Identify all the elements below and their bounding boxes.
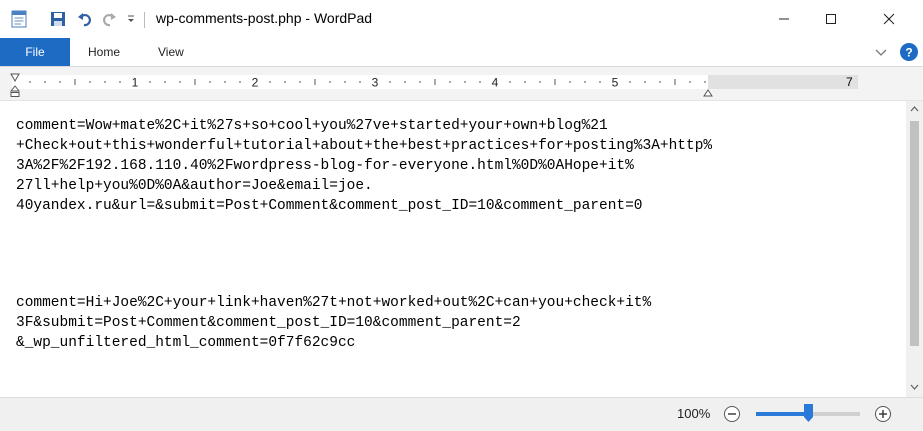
- ruler-number: 1: [132, 76, 139, 90]
- zoom-out-icon: [724, 406, 740, 422]
- ruler-tick: [704, 81, 706, 83]
- ruler-tick: [629, 81, 631, 83]
- ruler-number: 5: [612, 76, 619, 90]
- undo-icon[interactable]: [75, 9, 95, 29]
- ribbon-collapse-button[interactable]: [873, 44, 889, 60]
- svg-text:?: ?: [905, 46, 912, 60]
- ruler-tick: [29, 81, 31, 83]
- scrollbar-thumb[interactable]: [910, 121, 919, 346]
- ruler-tick: [119, 81, 121, 83]
- zoom-in-icon: [875, 406, 891, 422]
- ruler-tick: [149, 81, 151, 83]
- minimize-icon: [779, 18, 789, 20]
- maximize-icon: [826, 14, 836, 24]
- ruler-tick: [584, 81, 586, 83]
- title-separator: [144, 12, 145, 28]
- chevron-down-icon: [875, 49, 887, 56]
- ruler-tick: [164, 81, 166, 83]
- save-icon[interactable]: [48, 9, 68, 29]
- ruler-tick: [449, 81, 451, 83]
- ruler-tick: [59, 81, 61, 83]
- ruler-tick: [599, 81, 601, 83]
- file-tab[interactable]: File: [0, 38, 70, 66]
- ribbon-tab-bar: File Home View ?: [0, 38, 923, 67]
- ruler-tick: [104, 81, 106, 83]
- ruler-tick: [419, 81, 421, 83]
- ruler-tick: [404, 81, 406, 83]
- ruler-tick: [644, 81, 646, 83]
- ruler-tick: [689, 81, 691, 83]
- ruler-tick: [89, 81, 91, 83]
- wordpad-app-icon[interactable]: [8, 9, 30, 29]
- ruler-area: 123456 7: [0, 67, 923, 101]
- document-paragraph-1[interactable]: comment=Wow+mate%2C+it%27s+so+cool+you%2…: [16, 116, 712, 216]
- ruler-tick: [479, 81, 481, 83]
- ruler-number-7: 7: [846, 75, 853, 89]
- zoom-slider-fill: [756, 412, 808, 416]
- ruler-tick: [659, 81, 661, 83]
- ruler-tick: [464, 81, 466, 83]
- ruler-tick: [359, 81, 361, 83]
- window-title: wp-comments-post.php - WordPad: [156, 10, 373, 26]
- ruler-tick: [569, 81, 571, 83]
- title-bar: wp-comments-post.php - WordPad: [0, 0, 923, 38]
- ruler-tick: [389, 81, 391, 83]
- help-icon: ?: [900, 43, 918, 61]
- ruler-tick: [284, 81, 286, 83]
- zoom-out-button[interactable]: [723, 405, 741, 423]
- ruler-tick: [224, 81, 226, 83]
- document-paragraph-2[interactable]: comment=Hi+Joe%2C+your+link+haven%27t+no…: [16, 293, 651, 353]
- status-bar: 100%: [0, 397, 923, 431]
- help-button[interactable]: ?: [898, 41, 920, 63]
- customize-dropdown-icon[interactable]: [124, 9, 138, 29]
- scroll-down-icon[interactable]: [910, 384, 919, 390]
- ruler-number: 2: [252, 76, 259, 90]
- tab-view[interactable]: View: [158, 38, 184, 66]
- zoom-slider-thumb[interactable]: [803, 403, 814, 423]
- close-button[interactable]: [866, 0, 912, 38]
- ruler-number: 4: [492, 76, 499, 90]
- ruler-tick: [239, 81, 241, 83]
- close-icon: [883, 13, 895, 25]
- ruler-tick: [44, 81, 46, 83]
- vertical-scrollbar[interactable]: [906, 101, 923, 397]
- zoom-level: 100%: [677, 406, 711, 421]
- maximize-button[interactable]: [808, 0, 854, 38]
- ruler-right-margin: [708, 75, 858, 89]
- zoom-in-button[interactable]: [874, 405, 892, 423]
- ruler-tick: [179, 81, 181, 83]
- ruler-tick: [539, 81, 541, 83]
- ruler-tick: [344, 81, 346, 83]
- scroll-up-icon[interactable]: [910, 106, 919, 112]
- redo-icon[interactable]: [99, 9, 119, 29]
- ruler-number: 3: [372, 76, 379, 90]
- document-area[interactable]: comment=Wow+mate%2C+it%27s+so+cool+you%2…: [0, 101, 906, 397]
- ruler-tick: [269, 81, 271, 83]
- ruler-tick: [299, 81, 301, 83]
- ruler-tick: [509, 81, 511, 83]
- ruler-tick: [329, 81, 331, 83]
- ruler-tick: [524, 81, 526, 83]
- ruler-tick: [209, 81, 211, 83]
- redaction-block: [470, 174, 705, 196]
- minimize-button[interactable]: [761, 0, 807, 38]
- tab-home[interactable]: Home: [88, 38, 120, 66]
- right-indent-marker[interactable]: [703, 84, 713, 102]
